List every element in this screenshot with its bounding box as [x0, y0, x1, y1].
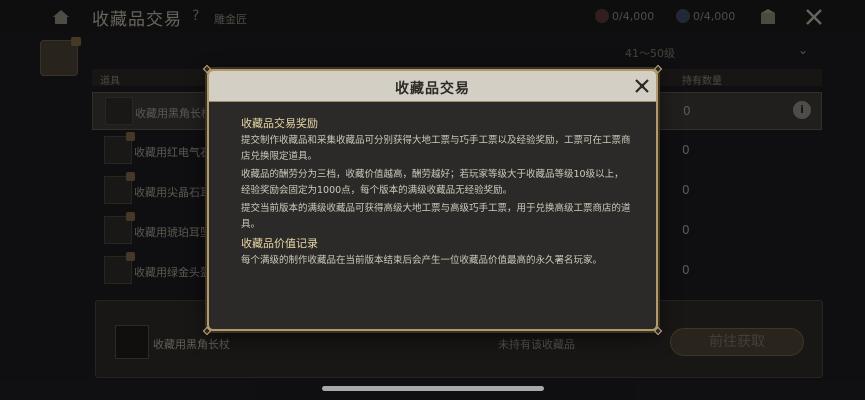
home-indicator[interactable]	[322, 386, 544, 391]
paragraph: 提交当前版本的满级收藏品可获得高级大地工票与高级巧手工票，用于兑换高级工票商店的…	[241, 203, 631, 230]
paragraph: 收藏品的酬劳分为三档，收藏价值越高，酬劳越好；若玩家等级大于收藏品等级10级以上…	[241, 169, 624, 196]
section-heading: 收藏品价值记录	[241, 237, 318, 250]
dialog-header: 收藏品交易	[209, 71, 656, 102]
paragraph: 每个满级的制作收藏品在当前版本结束后会产生一位收藏品价值最高的永久署名玩家。	[241, 255, 603, 266]
dialog-title: 收藏品交易	[395, 81, 470, 97]
info-dialog: 收藏品交易 收藏品交易奖励 提交制作收藏品和采集收藏品可分别获得大地工票与巧手工…	[202, 64, 663, 336]
paragraph: 提交制作收藏品和采集收藏品可分别获得大地工票与巧手工票以及经验奖励，工票可在工票…	[241, 135, 631, 162]
section-heading: 收藏品交易奖励	[241, 117, 318, 130]
dialog-body: 收藏品交易奖励 提交制作收藏品和采集收藏品可分别获得大地工票与巧手工票以及经验奖…	[241, 115, 631, 271]
close-icon[interactable]	[633, 77, 651, 95]
